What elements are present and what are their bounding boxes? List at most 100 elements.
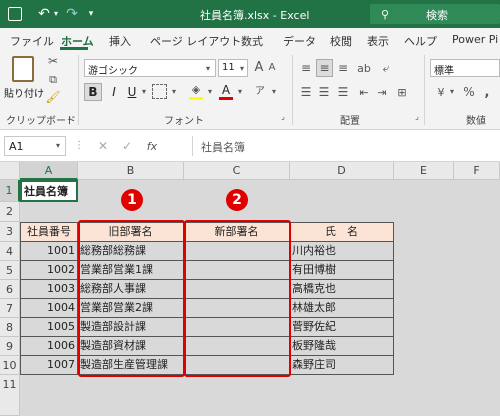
row-header-3[interactable]: 3 <box>0 222 20 242</box>
align-top-icon[interactable]: ≡ <box>298 60 314 76</box>
chevron-down-icon[interactable]: ▾ <box>206 83 214 101</box>
borders-icon[interactable] <box>152 84 167 99</box>
formula-input[interactable]: 社員名簿 <box>192 136 500 156</box>
name-cell[interactable]: 菅野佐紀 <box>290 318 394 337</box>
chevron-down-icon[interactable]: ▾ <box>270 83 278 101</box>
cell-e2[interactable] <box>394 202 454 222</box>
employee-no-cell[interactable]: 1007 <box>20 356 78 375</box>
increase-font-icon[interactable]: A <box>252 59 266 75</box>
old-dept-cell[interactable]: 製造部資材課 <box>78 337 184 356</box>
row-header-5[interactable]: 5 <box>0 261 20 280</box>
phonetic-icon[interactable]: ア <box>252 83 268 101</box>
tab-formulas[interactable]: 数式 <box>241 33 263 49</box>
tab-file[interactable]: ファイル <box>10 33 54 49</box>
tab-review[interactable]: 校閲 <box>330 33 352 49</box>
format-painter-icon[interactable]: 🖌 <box>45 90 60 104</box>
select-all-corner[interactable] <box>0 162 20 180</box>
clipboard-launcher-icon[interactable]: ⌟ <box>64 112 74 122</box>
font-launcher-icon[interactable]: ⌟ <box>278 112 288 122</box>
row-header-8[interactable]: 8 <box>0 318 20 337</box>
redo-icon[interactable]: ↷ <box>64 4 80 24</box>
new-dept-cell[interactable] <box>184 337 290 356</box>
search-box[interactable]: ⚲ 検索 <box>370 4 500 24</box>
increase-indent-icon[interactable]: ⇥ <box>374 84 390 100</box>
enter-icon[interactable]: ✓ <box>120 138 134 154</box>
cut-icon[interactable]: ✂ <box>46 54 60 68</box>
employee-no-cell[interactable]: 1002 <box>20 261 78 280</box>
tab-view[interactable]: 表示 <box>367 33 389 49</box>
alignment-launcher-icon[interactable]: ⌟ <box>412 112 422 122</box>
header-old-dept[interactable]: 旧部署名 <box>78 222 184 242</box>
name-cell[interactable]: 森野庄司 <box>290 356 394 375</box>
cell-a2[interactable] <box>20 202 78 222</box>
row-header-10[interactable]: 10 <box>0 356 20 375</box>
font-color-icon[interactable]: A <box>218 83 234 101</box>
header-new-dept[interactable]: 新部署名 <box>184 222 290 242</box>
column-header-e[interactable]: E <box>394 162 454 180</box>
cell-e3[interactable] <box>394 222 454 242</box>
new-dept-cell[interactable] <box>184 242 290 261</box>
row-header-1[interactable]: 1 <box>0 180 20 202</box>
align-right-icon[interactable]: ☰ <box>335 84 351 100</box>
cell-a1[interactable]: 社員名簿 <box>20 180 78 202</box>
align-middle-icon[interactable]: ≡ <box>316 59 333 77</box>
row-header-7[interactable]: 7 <box>0 299 20 318</box>
row-header-6[interactable]: 6 <box>0 280 20 299</box>
percent-button[interactable]: % <box>462 84 476 100</box>
employee-no-cell[interactable]: 1003 <box>20 280 78 299</box>
new-dept-cell[interactable] <box>184 280 290 299</box>
tab-insert[interactable]: 挿入 <box>109 33 131 49</box>
underline-button[interactable]: U <box>124 83 140 101</box>
row-header-4[interactable]: 4 <box>0 242 20 261</box>
old-dept-cell[interactable]: 営業部営業2課 <box>78 299 184 318</box>
font-name-select[interactable]: 游ゴシック ▾ <box>84 59 216 77</box>
column-header-c[interactable]: C <box>184 162 290 180</box>
column-header-f[interactable]: F <box>454 162 500 180</box>
more-options-icon[interactable]: ⋮ <box>74 138 84 154</box>
name-cell[interactable]: 板野隆哉 <box>290 337 394 356</box>
number-format-select[interactable]: 標準 <box>430 59 500 77</box>
cancel-icon[interactable]: ✕ <box>96 138 110 154</box>
tab-power-pivot[interactable]: Power Pi <box>452 33 498 46</box>
old-dept-cell[interactable]: 製造部生産管理課 <box>78 356 184 375</box>
font-size-select[interactable]: 11 ▾ <box>218 59 248 77</box>
row-header-2[interactable]: 2 <box>0 202 20 222</box>
name-cell[interactable]: 川内裕也 <box>290 242 394 261</box>
new-dept-cell[interactable] <box>184 356 290 375</box>
merge-center-icon[interactable]: ⊞ <box>394 84 410 100</box>
align-center-icon[interactable]: ☰ <box>316 84 332 100</box>
cell-f3[interactable] <box>454 222 500 242</box>
wrap-text-icon[interactable]: ⤶ <box>378 60 394 76</box>
row-header-11[interactable]: 11 <box>0 375 20 416</box>
new-dept-cell[interactable] <box>184 299 290 318</box>
employee-no-cell[interactable]: 1006 <box>20 337 78 356</box>
chevron-down-icon[interactable]: ▾ <box>448 84 456 100</box>
row-header-9[interactable]: 9 <box>0 337 20 356</box>
employee-no-cell[interactable]: 1001 <box>20 242 78 261</box>
name-cell[interactable]: 有田博樹 <box>290 261 394 280</box>
old-dept-cell[interactable]: 営業部営業1課 <box>78 261 184 280</box>
new-dept-cell[interactable] <box>184 318 290 337</box>
cell-d2[interactable] <box>290 202 394 222</box>
tab-page-layout[interactable]: ページ レイアウト <box>150 33 241 49</box>
cell-d1[interactable] <box>290 180 394 202</box>
new-dept-cell[interactable] <box>184 261 290 280</box>
employee-no-cell[interactable]: 1005 <box>20 318 78 337</box>
tab-help[interactable]: ヘルプ <box>404 33 437 49</box>
header-employee-no[interactable]: 社員番号 <box>20 222 78 242</box>
column-header-a[interactable]: A <box>20 162 78 180</box>
italic-button[interactable]: I <box>106 83 122 101</box>
decrease-font-icon[interactable]: A <box>266 61 278 75</box>
copy-icon[interactable]: ⧉ <box>46 72 60 86</box>
old-dept-cell[interactable]: 製造部設計課 <box>78 318 184 337</box>
paste-button[interactable]: 貼り付け <box>4 54 44 102</box>
save-icon[interactable] <box>8 7 22 21</box>
header-name[interactable]: 氏 名 <box>290 222 394 242</box>
tab-data[interactable]: データ <box>283 33 316 49</box>
chevron-down-icon[interactable]: ▾ <box>170 83 178 101</box>
bold-button[interactable]: B <box>84 83 102 101</box>
column-header-d[interactable]: D <box>290 162 394 180</box>
insert-function-icon[interactable]: fx <box>143 138 161 154</box>
column-header-b[interactable]: B <box>78 162 184 180</box>
cell-f2[interactable] <box>454 202 500 222</box>
